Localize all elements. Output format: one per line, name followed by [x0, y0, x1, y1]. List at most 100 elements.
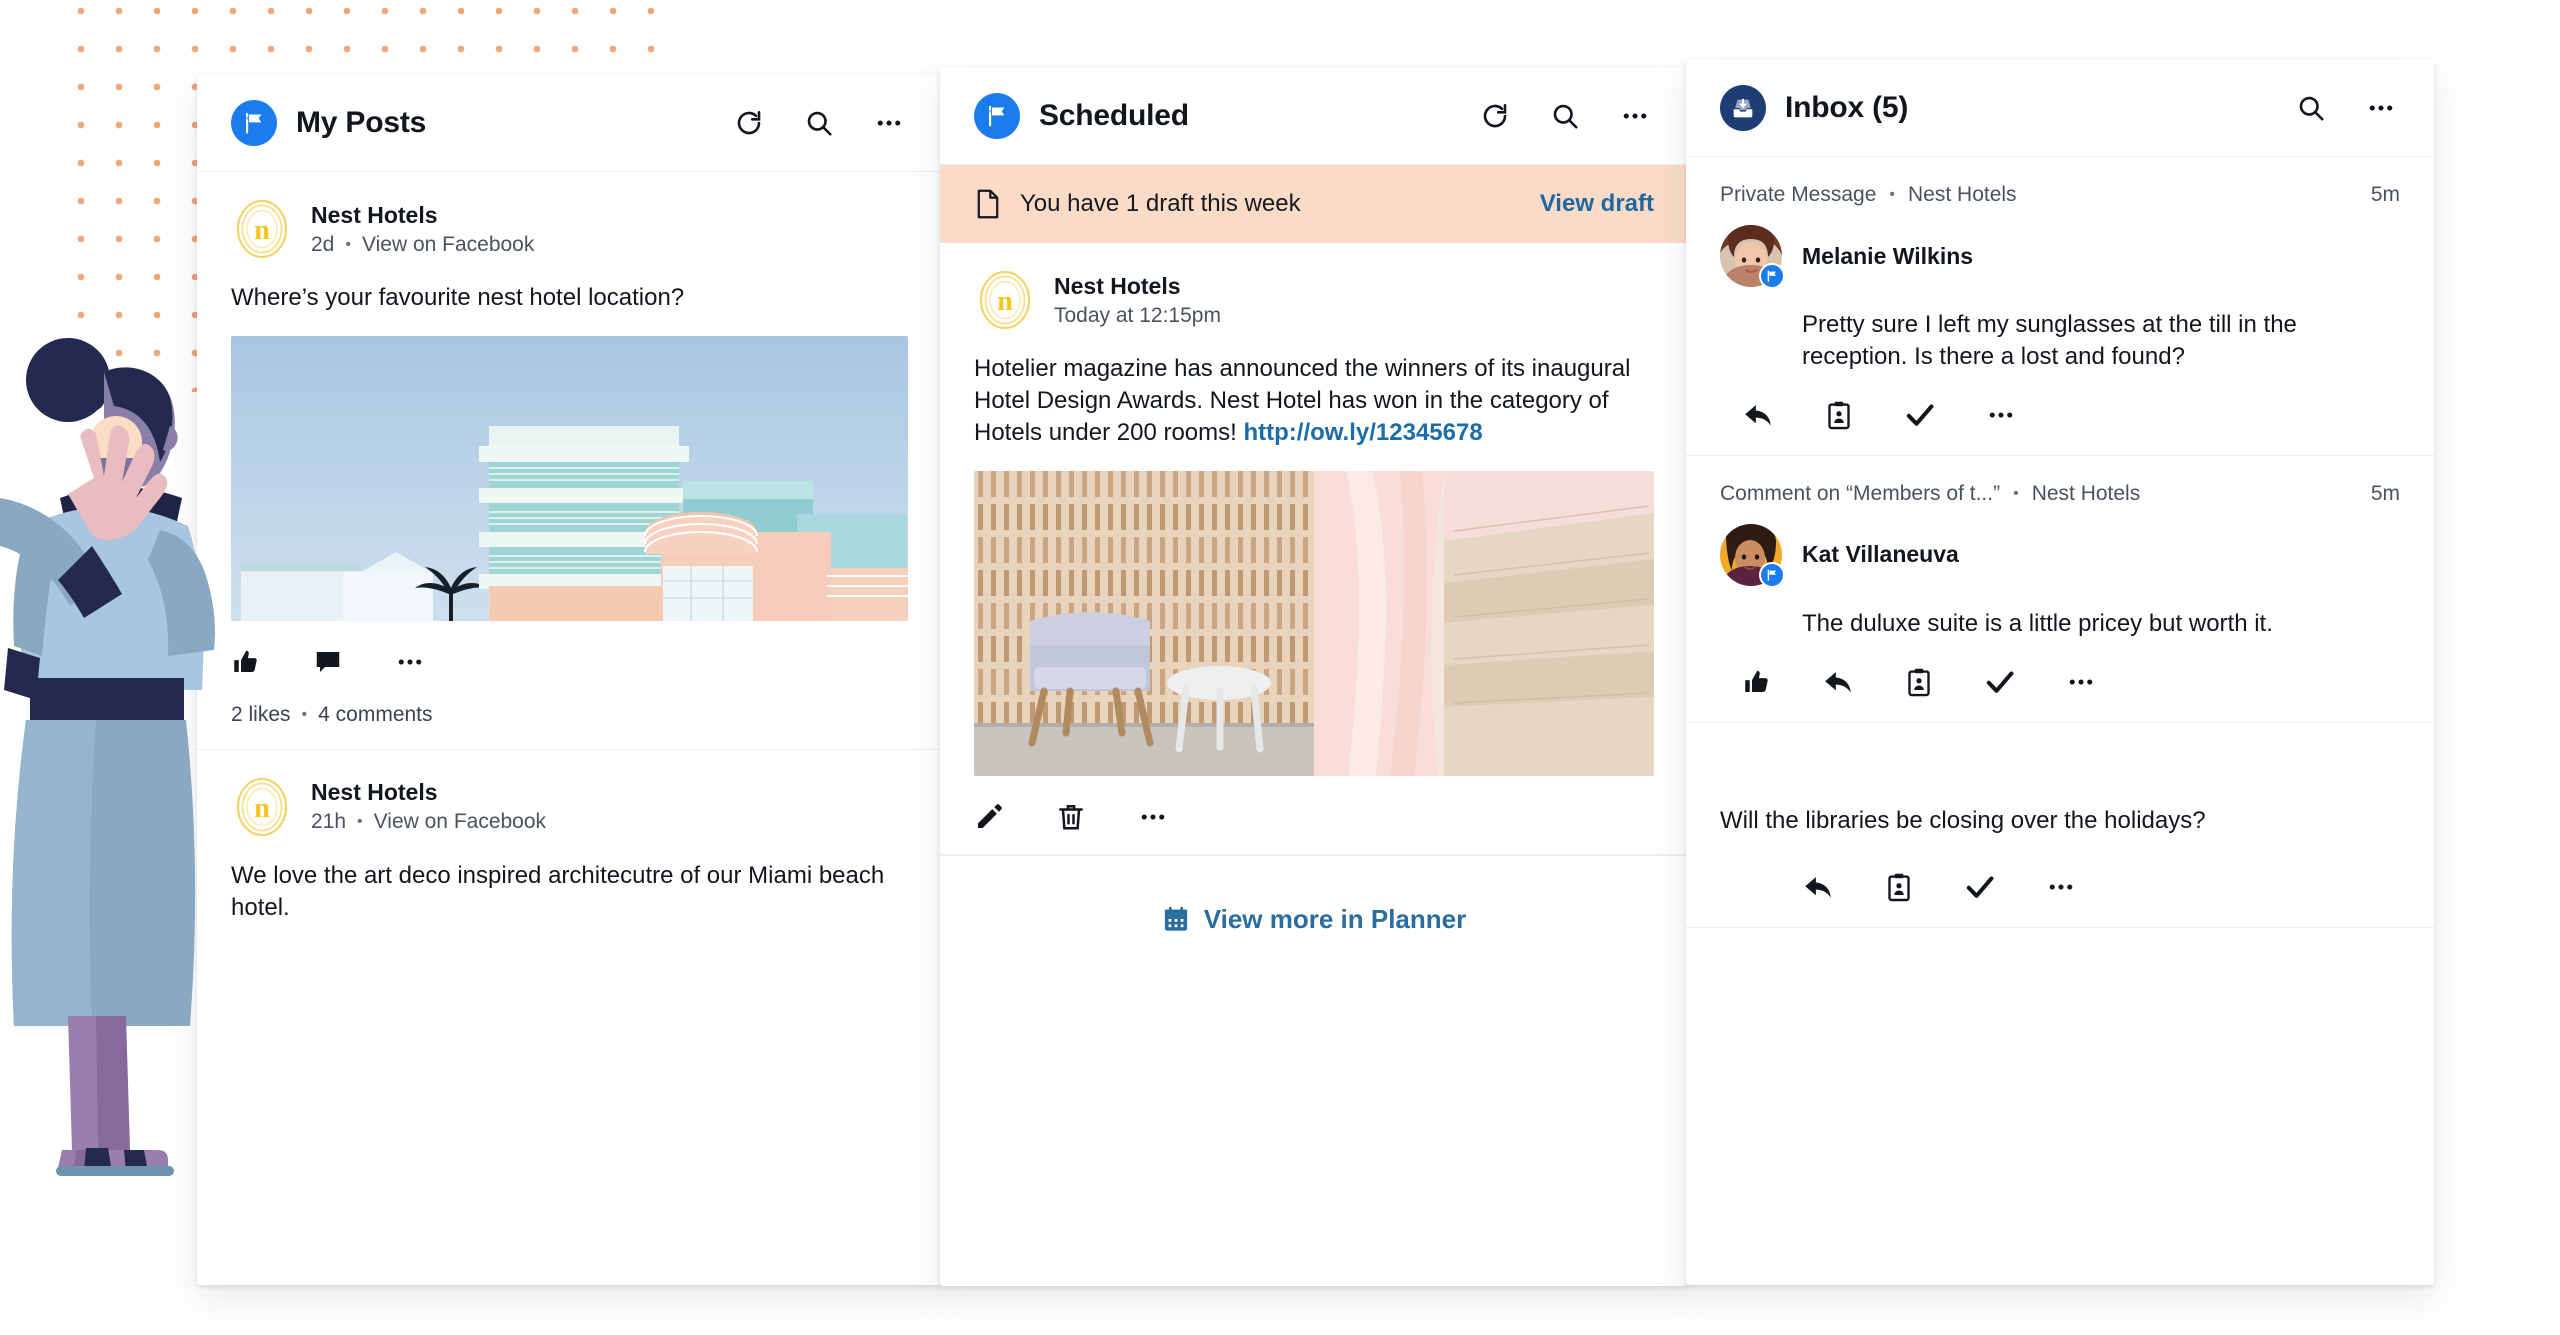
more-icon[interactable] — [395, 647, 425, 677]
inbox-sender: Kat Villaneuva — [1720, 523, 2400, 588]
inbox-item-type: Comment on “Members of t...” — [1720, 481, 2001, 505]
like-icon[interactable] — [231, 647, 261, 677]
assign-icon[interactable] — [1904, 667, 1934, 697]
hotel-interior-chair-photo[interactable] — [974, 470, 1654, 776]
planner-link-label: View more in Planner — [1203, 903, 1467, 934]
art-deco-hotel-photo[interactable] — [231, 335, 908, 621]
post-actions — [231, 647, 908, 677]
post-item[interactable]: n Nest Hotels 21h • View on Facebook We … — [197, 750, 942, 946]
resolve-check-icon[interactable] — [1984, 666, 2016, 698]
inbox-item-type: Private Message — [1720, 183, 1877, 206]
likes-count: 2 likes — [231, 702, 291, 726]
meta-separator: • — [357, 813, 363, 831]
inbox-item-meta: Comment on “Members of t...” • Nest Hote… — [1720, 482, 2400, 506]
post-schedule-time: Today at 12:15pm — [1054, 304, 1221, 328]
more-icon[interactable] — [870, 104, 908, 142]
assign-icon[interactable] — [1884, 872, 1914, 902]
more-icon[interactable] — [1138, 802, 1168, 832]
post-header: n Nest Hotels 21h • View on Facebook — [231, 776, 908, 838]
post-author: Nest Hotels — [1054, 272, 1181, 299]
search-icon[interactable] — [1546, 97, 1584, 135]
meta-separator: • — [2013, 484, 2019, 502]
inbox-sender: Melanie Wilkins — [1720, 225, 2400, 289]
draft-message: You have 1 draft this week — [1020, 190, 1301, 217]
view-on-facebook-link[interactable]: View on Facebook — [374, 810, 546, 834]
post-text: Hotelier magazine has announced the winn… — [974, 353, 1654, 449]
kat-villaneuva-avatar — [1720, 523, 1785, 588]
search-icon[interactable] — [800, 104, 838, 142]
facebook-page-flag-icon — [1759, 263, 1785, 289]
post-header: n Nest Hotels 2d • View on Facebook — [231, 198, 908, 260]
more-icon[interactable] — [2046, 872, 2076, 902]
search-icon[interactable] — [2292, 89, 2330, 127]
page-title: Inbox (5) — [1785, 91, 1909, 124]
refresh-icon[interactable] — [1476, 97, 1514, 135]
view-more-in-planner-button[interactable]: View more in Planner — [940, 854, 1688, 983]
post-stats: 2 likes • 4 comments — [231, 703, 908, 727]
inbox-item-actions — [1742, 666, 2400, 698]
post-item[interactable]: n Nest Hotels 2d • View on Facebook Wher… — [197, 172, 942, 750]
my-posts-column: My Posts n Nest Hotels 2d • View on Face… — [197, 75, 942, 1285]
page-title: Scheduled — [1039, 99, 1189, 132]
inbox-item[interactable]: Comment on “Members of t...” • Nest Hote… — [1686, 456, 2434, 723]
refresh-icon[interactable] — [730, 104, 768, 142]
inbox-message-text: The duluxe suite is a little pricey but … — [1802, 609, 2273, 637]
meta-separator: • — [1889, 186, 1896, 203]
post-shortlink[interactable]: http://ow.ly/12345678 — [1243, 419, 1482, 446]
post-time: 2d — [311, 232, 335, 256]
schedule-time-label: Today at 12:15pm — [1054, 303, 1221, 327]
page-title: My Posts — [296, 106, 427, 139]
reply-icon[interactable] — [1802, 871, 1834, 903]
view-draft-button[interactable]: View draft — [1540, 190, 1654, 218]
nest-hotels-logo: n — [974, 269, 1036, 331]
comments-count[interactable]: 4 comments — [318, 703, 432, 727]
like-icon[interactable] — [1742, 667, 1772, 697]
post-time: 21h — [311, 810, 347, 834]
comment-icon[interactable] — [313, 647, 343, 677]
post-header: n Nest Hotels Today at 12:15pm — [974, 269, 1654, 331]
post-text: Where’s your favourite nest hotel locati… — [231, 284, 685, 311]
more-icon[interactable] — [1616, 97, 1654, 135]
nest-hotels-logo: n — [231, 776, 293, 838]
inbox-item[interactable]: Private Message • Nest Hotels 5m Melanie… — [1686, 157, 2434, 456]
meta-separator: • — [345, 235, 351, 253]
reply-icon[interactable] — [1822, 666, 1854, 698]
inbox-item-account: Nest Hotels — [1908, 183, 2017, 206]
resolve-check-icon[interactable] — [1904, 399, 1936, 431]
inbox-item-account: Nest Hotels — [2031, 481, 2141, 505]
post-author: Nest Hotels — [311, 779, 438, 806]
inbox-item[interactable]: Will the libraries be closing over the h… — [1686, 723, 2434, 928]
inbox-tray-icon — [1720, 85, 1766, 131]
more-icon[interactable] — [2066, 667, 2096, 697]
inbox-sender-name: Kat Villaneuva — [1802, 541, 1959, 568]
facebook-page-flag-icon — [974, 93, 1020, 139]
document-icon — [974, 189, 1002, 219]
svg-text:n: n — [254, 215, 270, 246]
draft-banner: You have 1 draft this week View draft — [940, 165, 1688, 243]
nest-hotels-logo: n — [231, 198, 293, 260]
scheduled-post-actions — [974, 802, 1654, 832]
scheduled-post-item[interactable]: n Nest Hotels Today at 12:15pm Hotelier … — [940, 243, 1688, 855]
inbox-sender-name: Melanie Wilkins — [1802, 242, 1974, 269]
inbox-message-text: Pretty sure I left my sunglasses at the … — [1802, 311, 2297, 370]
post-meta: 21h • View on Facebook — [311, 810, 546, 834]
inbox-message-text: Will the libraries be closing over the h… — [1720, 806, 2206, 834]
melanie-wilkins-avatar — [1720, 225, 1785, 289]
delete-icon[interactable] — [1056, 802, 1086, 832]
calendar-icon — [1162, 905, 1190, 933]
assign-icon[interactable] — [1824, 400, 1854, 430]
post-meta: 2d • View on Facebook — [311, 233, 534, 257]
inbox-item-time: 5m — [2370, 481, 2400, 505]
inbox-item-actions — [1802, 871, 2400, 903]
inbox-item-meta: Private Message • Nest Hotels 5m — [1720, 183, 2400, 207]
reply-icon[interactable] — [1742, 399, 1774, 431]
more-icon[interactable] — [1986, 400, 2016, 430]
inbox-column: Inbox (5) Private Message • Nest Hotels … — [1686, 60, 2434, 1285]
resolve-check-icon[interactable] — [1964, 871, 1996, 903]
inbox-item-actions — [1742, 399, 2400, 431]
my-posts-header: My Posts — [197, 75, 942, 172]
view-on-facebook-link[interactable]: View on Facebook — [362, 233, 534, 257]
facebook-page-flag-icon — [231, 100, 277, 146]
more-icon[interactable] — [2362, 89, 2400, 127]
edit-icon[interactable] — [974, 802, 1004, 832]
